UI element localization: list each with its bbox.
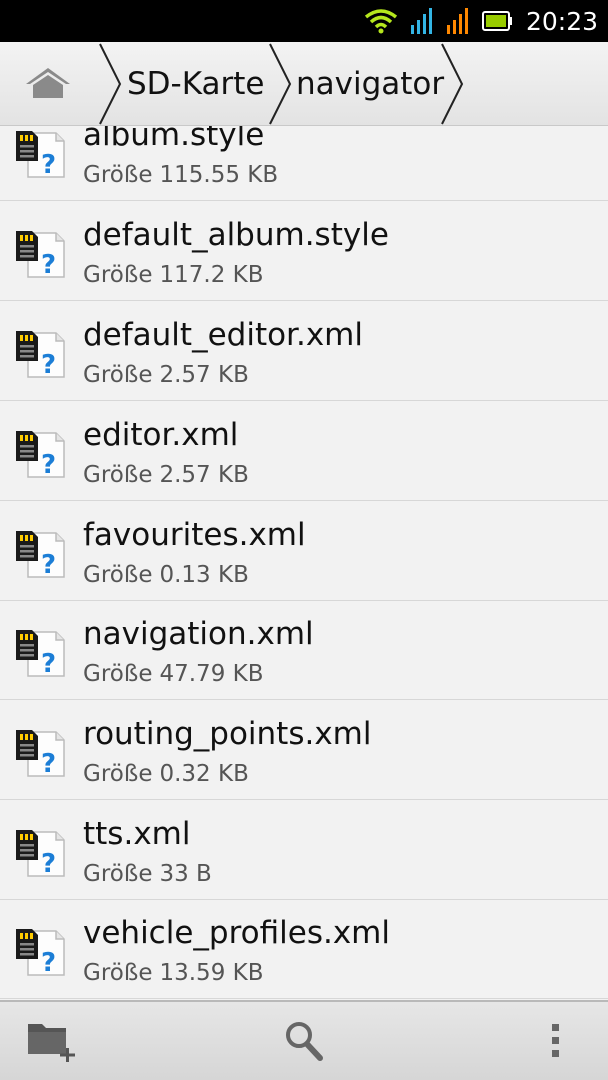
file-size: Größe 33 B	[83, 861, 212, 887]
search-icon	[286, 1022, 323, 1061]
signal-icon-secondary	[446, 7, 470, 35]
file-size: Größe 115.55 KB	[83, 162, 279, 188]
unknown-file-icon: ?	[16, 830, 65, 878]
file-name: default_editor.xml	[83, 317, 363, 353]
file-list[interactable]: ? album.style Größe 115.55 KB ? default_a…	[0, 126, 608, 1000]
status-bar: 20:23	[0, 0, 608, 42]
file-name: default_album.style	[83, 217, 389, 253]
file-size: Größe 2.57 KB	[83, 462, 249, 488]
file-name: editor.xml	[83, 417, 239, 453]
wifi-icon	[364, 7, 398, 35]
breadcrumb-separator	[441, 43, 464, 125]
breadcrumb: SD-Karte navigator	[0, 42, 608, 126]
list-item[interactable]: ? album.style Größe 115.55 KB	[0, 126, 608, 201]
svg-text:?: ?	[41, 849, 56, 878]
svg-text:?: ?	[41, 649, 56, 678]
file-size: Größe 117.2 KB	[83, 262, 264, 288]
svg-text:?: ?	[41, 948, 56, 977]
svg-text:?: ?	[41, 450, 56, 479]
list-item[interactable]: ? editor.xml Größe 2.57 KB	[0, 402, 608, 501]
new-folder-button[interactable]	[10, 1002, 110, 1080]
file-name: vehicle_profiles.xml	[83, 915, 390, 951]
list-item[interactable]: ? navigation.xml Größe 47.79 KB	[0, 601, 608, 700]
unknown-file-icon: ?	[16, 929, 65, 977]
file-size: Größe 47.79 KB	[83, 661, 264, 687]
list-item[interactable]: ? default_album.style Größe 117.2 KB	[0, 202, 608, 301]
unknown-file-icon: ?	[16, 531, 65, 579]
svg-text:?: ?	[41, 150, 56, 179]
unknown-file-icon: ?	[16, 431, 65, 479]
svg-text:?: ?	[41, 350, 56, 379]
file-size: Größe 13.59 KB	[83, 960, 264, 986]
overflow-menu-icon	[552, 1024, 559, 1057]
file-size: Größe 0.32 KB	[83, 761, 249, 787]
breadcrumb-separator	[99, 43, 122, 125]
file-name: favourites.xml	[83, 517, 306, 553]
file-name: navigation.xml	[83, 616, 314, 652]
search-button[interactable]	[254, 1002, 354, 1080]
unknown-file-icon: ?	[16, 630, 65, 678]
breadcrumb-separator	[269, 43, 292, 125]
file-name: album.style	[83, 126, 265, 153]
unknown-file-icon: ?	[16, 730, 65, 778]
battery-icon	[481, 10, 514, 32]
breadcrumb-item-navigator[interactable]: navigator	[296, 42, 444, 126]
list-item[interactable]: ? tts.xml Größe 33 B	[0, 801, 608, 900]
list-item[interactable]: ? default_editor.xml Größe 2.57 KB	[0, 302, 608, 401]
list-item[interactable]: ? routing_points.xml Größe 0.32 KB	[0, 701, 608, 800]
list-item[interactable]: ? vehicle_profiles.xml Größe 13.59 KB	[0, 900, 608, 999]
overflow-menu-button[interactable]	[508, 1002, 608, 1080]
svg-text:?: ?	[41, 550, 56, 579]
svg-text:?: ?	[41, 749, 56, 778]
bottom-action-bar	[0, 1000, 608, 1080]
home-button[interactable]	[0, 42, 100, 126]
list-item[interactable]: ? favourites.xml Größe 0.13 KB	[0, 502, 608, 601]
file-size: Größe 2.57 KB	[83, 362, 249, 388]
status-time: 20:23	[525, 6, 598, 36]
svg-text:?: ?	[41, 250, 56, 279]
unknown-file-icon: ?	[16, 331, 65, 379]
home-icon	[26, 68, 70, 98]
breadcrumb-item-sd-karte[interactable]: SD-Karte	[127, 42, 265, 126]
unknown-file-icon: ?	[16, 231, 65, 279]
new-folder-icon	[28, 1024, 75, 1062]
file-size: Größe 0.13 KB	[83, 562, 249, 588]
file-name: routing_points.xml	[83, 716, 372, 752]
signal-icon	[410, 7, 434, 35]
unknown-file-icon: ?	[16, 131, 65, 179]
file-name: tts.xml	[83, 816, 191, 852]
